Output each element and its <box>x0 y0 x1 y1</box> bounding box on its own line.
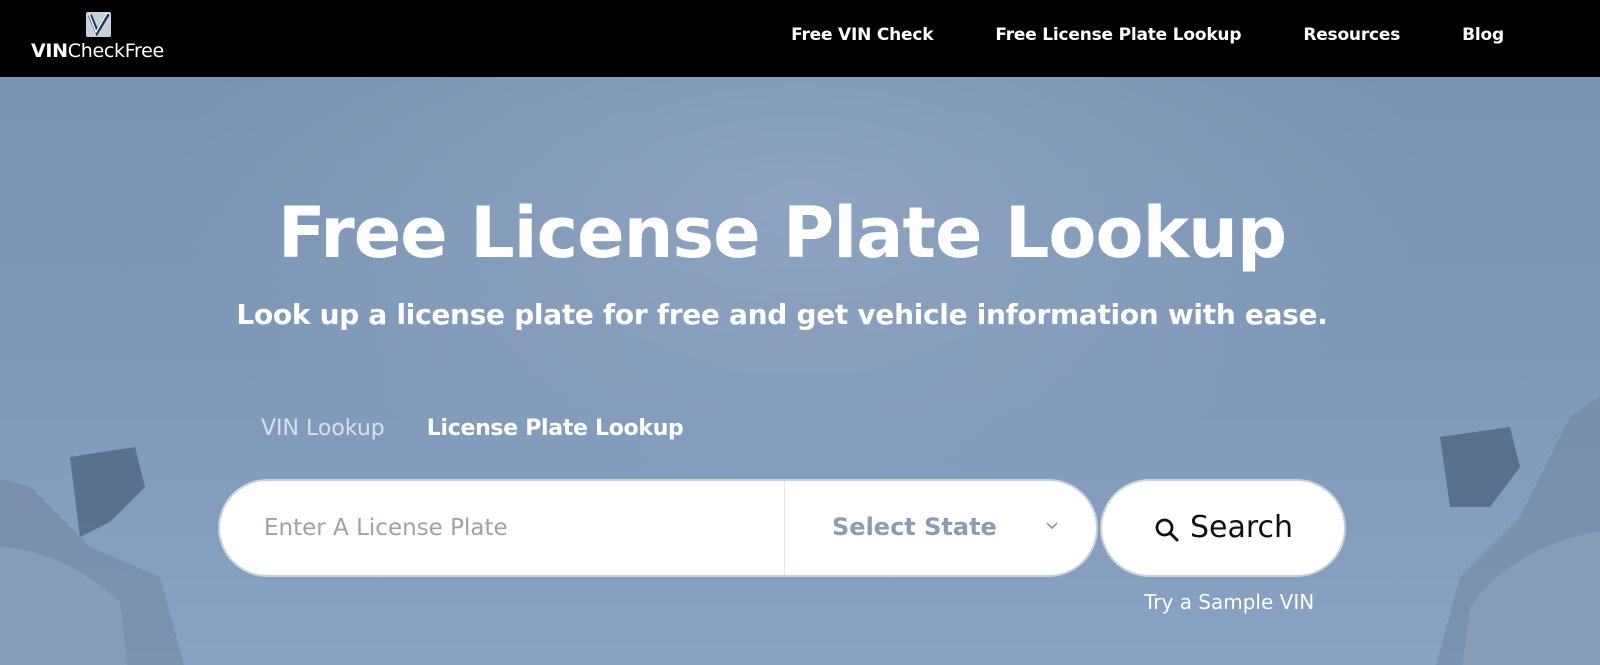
page-title: Free License Plate Lookup <box>277 192 1287 274</box>
sample-vin-link[interactable]: Try a Sample VIN <box>1144 590 1314 614</box>
search-button[interactable]: Search <box>1100 479 1346 577</box>
checkmark-logo-icon <box>86 12 111 37</box>
search-icon <box>1155 518 1179 542</box>
site-logo[interactable]: VINCheckFree <box>31 12 171 66</box>
state-select-label: Select State <box>832 513 997 541</box>
tab-license-plate-lookup[interactable]: License Plate Lookup <box>427 416 684 441</box>
top-navigation-bar: VINCheckFree Free VIN Check Free License… <box>0 0 1600 77</box>
search-button-label: Search <box>1190 510 1294 545</box>
plate-search-form: Select State <box>218 479 1098 577</box>
nav-free-license-plate-lookup[interactable]: Free License Plate Lookup <box>995 25 1241 45</box>
logo-text-bold: VIN <box>31 40 68 62</box>
license-plate-input[interactable] <box>264 508 764 548</box>
nav-free-vin-check[interactable]: Free VIN Check <box>791 25 933 45</box>
main-nav: Free VIN Check Free License Plate Lookup… <box>729 25 1504 45</box>
car-background-right <box>1436 397 1600 665</box>
nav-blog[interactable]: Blog <box>1462 25 1504 45</box>
page-subtitle: Look up a license plate for free and get… <box>236 298 1328 331</box>
state-select[interactable]: Select State <box>786 481 1096 575</box>
field-divider <box>784 481 785 575</box>
logo-text: VINCheckFree <box>31 40 164 62</box>
tab-vin-lookup[interactable]: VIN Lookup <box>261 416 385 441</box>
nav-resources[interactable]: Resources <box>1303 25 1400 45</box>
logo-text-light: CheckFree <box>67 40 164 62</box>
hero-section: Free License Plate Lookup Look up a lice… <box>0 77 1600 665</box>
car-background-left <box>0 447 184 665</box>
lookup-tabs: VIN Lookup License Plate Lookup <box>261 416 684 441</box>
chevron-down-icon <box>1046 522 1058 530</box>
